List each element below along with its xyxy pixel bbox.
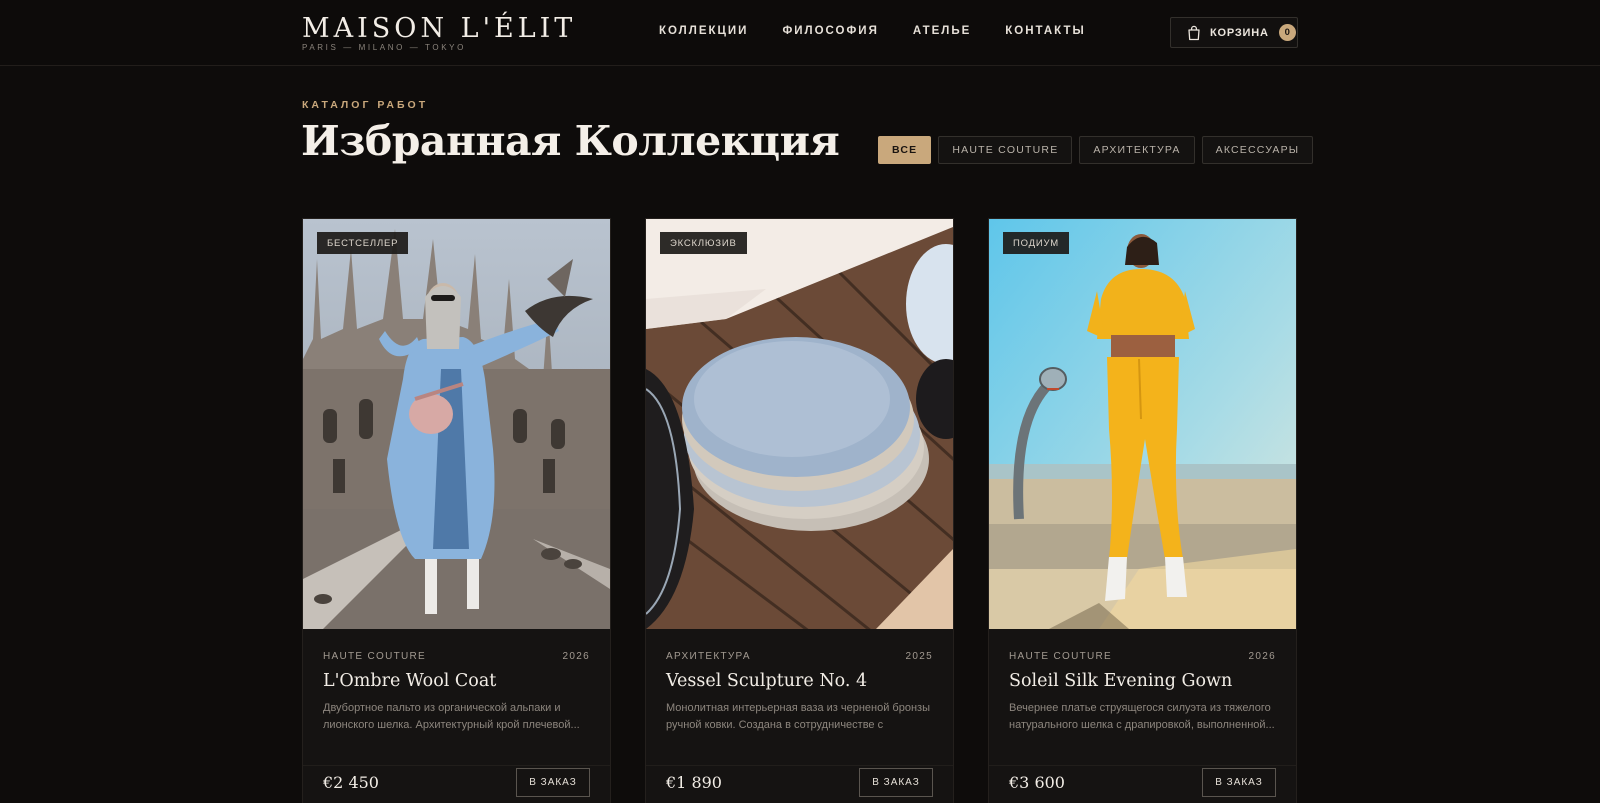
product-price: €3 600 (1009, 773, 1065, 792)
product-image-vessel[interactable]: ЭКСКЛЮЗИВ (646, 219, 953, 629)
product-year: 2026 (1248, 651, 1276, 662)
product-title[interactable]: L'Ombre Wool Coat (323, 671, 496, 691)
product-description: Вечернее платье струящегося силуэта из т… (1009, 702, 1275, 731)
cart-label: КОРЗИНА (1210, 26, 1269, 39)
filter-all[interactable]: ВСЕ (878, 136, 932, 164)
product-image-coat[interactable]: БЕСТСЕЛЛЕР (303, 219, 610, 629)
badge-bestseller: БЕСТСЕЛЛЕР (317, 232, 409, 254)
product-title[interactable]: Vessel Sculpture No. 4 (666, 671, 867, 691)
filter-architecture[interactable]: АРХИТЕКТУРА (1079, 136, 1195, 164)
logo-tagline: PARIS — MILANO — TOKYO (302, 43, 466, 52)
nav-item-collections[interactable]: КОЛЛЕКЦИИ (659, 25, 748, 37)
logo[interactable]: MAISON L'ÉLIT PARIS — MILANO — TOKYO (302, 13, 577, 53)
filter-accessories[interactable]: АКСЕССУАРЫ (1201, 136, 1314, 164)
product-price: €2 450 (323, 773, 379, 792)
badge-runway: ПОДИУМ (1003, 232, 1070, 254)
card-meta: HAUTE COUTURE 2026 (323, 651, 590, 662)
order-button[interactable]: В ЗАКАЗ (1202, 768, 1276, 797)
shopping-bag-icon (1186, 25, 1202, 41)
card-meta: HAUTE COUTURE 2026 (1009, 651, 1276, 662)
product-year: 2026 (562, 651, 590, 662)
cart-count-badge: 0 (1278, 24, 1296, 41)
product-category: HAUTE COUTURE (323, 651, 427, 662)
product-price: €1 890 (666, 773, 722, 792)
product-title[interactable]: Soleil Silk Evening Gown (1009, 671, 1232, 691)
page-title: Избранная Коллекция (301, 117, 840, 165)
badge-exclusive: ЭКСКЛЮЗИВ (660, 232, 747, 254)
card-divider (303, 765, 610, 766)
logo-name: MAISON L'ÉLIT (302, 13, 577, 44)
cart-button[interactable]: КОРЗИНА 0 (1170, 17, 1298, 48)
card-divider (646, 765, 953, 766)
filter-bar: ВСЕ HAUTE COUTURE АРХИТЕКТУРА АКСЕССУАРЫ (878, 136, 1314, 164)
main-nav: КОЛЛЕКЦИИ ФИЛОСОФИЯ АТЕЛЬЕ КОНТАКТЫ (659, 25, 1120, 37)
filter-haute-couture[interactable]: HAUTE COUTURE (938, 136, 1073, 164)
product-card[interactable]: БЕСТСЕЛЛЕР HAUTE COUTURE 2026 L'Ombre Wo… (302, 218, 611, 803)
card-divider (989, 765, 1296, 766)
order-button[interactable]: В ЗАКАЗ (516, 768, 590, 797)
card-meta: АРХИТЕКТУРА 2025 (666, 651, 933, 662)
product-description: Двубортное пальто из органической альпак… (323, 702, 580, 731)
order-button[interactable]: В ЗАКАЗ (859, 768, 933, 797)
product-description: Монолитная интерьерная ваза из черненой … (666, 702, 930, 731)
site-header: MAISON L'ÉLIT PARIS — MILANO — TOKYO КОЛ… (0, 0, 1600, 66)
section-eyebrow: КАТАЛОГ РАБОТ (302, 99, 429, 111)
nav-item-contacts[interactable]: КОНТАКТЫ (1005, 25, 1085, 37)
product-card[interactable]: ЭКСКЛЮЗИВ АРХИТЕКТУРА 2025 Vessel Sculpt… (645, 218, 954, 803)
product-card[interactable]: ПОДИУМ HAUTE COUTURE 2026 Soleil Silk Ev… (988, 218, 1297, 803)
product-category: АРХИТЕКТУРА (666, 651, 751, 662)
product-year: 2025 (905, 651, 933, 662)
product-image-gown[interactable]: ПОДИУМ (989, 219, 1296, 629)
nav-item-atelier[interactable]: АТЕЛЬЕ (913, 25, 971, 37)
nav-item-philosophy[interactable]: ФИЛОСОФИЯ (782, 25, 878, 37)
product-category: HAUTE COUTURE (1009, 651, 1113, 662)
